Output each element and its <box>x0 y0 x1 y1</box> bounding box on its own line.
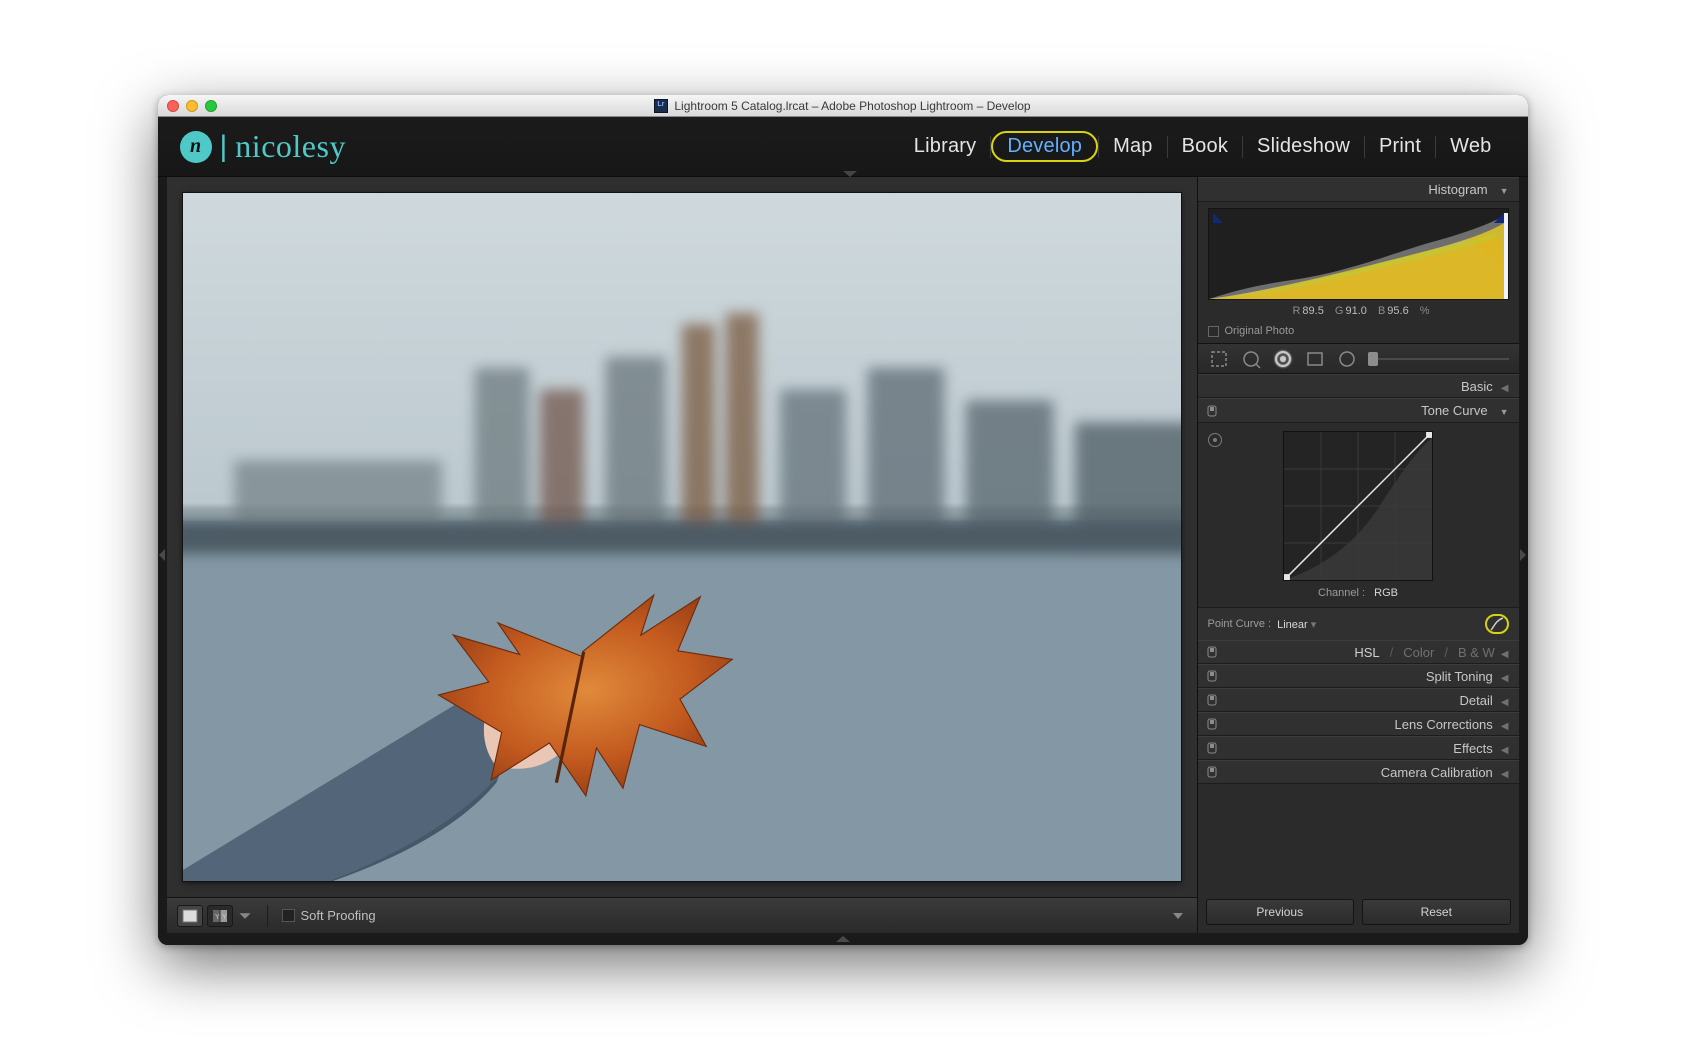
soft-proofing-label: Soft Proofing <box>301 908 376 923</box>
panel-basic[interactable]: Basic <box>1198 374 1519 398</box>
close-window-button[interactable] <box>167 100 179 112</box>
app-window: Lightroom 5 Catalog.lrcat – Adobe Photos… <box>158 95 1528 945</box>
content-area: YY Soft Proofing <box>158 177 1528 933</box>
point-curve-value[interactable]: Linear <box>1277 618 1316 631</box>
original-photo-label: Original Photo <box>1225 325 1295 337</box>
module-web[interactable]: Web <box>1436 132 1505 161</box>
highlight-clipping-icon[interactable] <box>1494 213 1504 223</box>
shadow-clipping-icon[interactable] <box>1213 213 1223 223</box>
module-map[interactable]: Map <box>1099 132 1167 161</box>
crop-tool[interactable] <box>1208 348 1230 370</box>
collapsed-triangle-icon <box>1501 645 1509 660</box>
svg-text:Y: Y <box>215 914 220 921</box>
collapsed-triangle-icon <box>1501 669 1509 684</box>
viewer-wrap <box>167 177 1197 897</box>
targeted-adjustment-tool[interactable] <box>1208 433 1222 447</box>
zoom-window-button[interactable] <box>205 100 217 112</box>
channel-selector[interactable]: Channel : RGB <box>1208 581 1509 601</box>
spot-removal-tool[interactable] <box>1240 348 1262 370</box>
view-mode-buttons: YY <box>177 905 253 927</box>
collapsed-triangle-icon <box>1501 717 1509 732</box>
window-title: Lightroom 5 Catalog.lrcat – Adobe Photos… <box>674 99 1030 113</box>
lightroom-body: n | nicolesy Library Develop Map Book Sl… <box>158 117 1528 945</box>
module-picker: Library Develop Map Book Slideshow Print… <box>900 131 1506 162</box>
original-photo-toggle[interactable]: Original Photo <box>1198 323 1519 344</box>
histogram-header[interactable]: Histogram <box>1198 177 1519 202</box>
right-panel-collapse[interactable] <box>1519 177 1528 933</box>
toolbar-more-button[interactable] <box>1169 907 1187 925</box>
redeye-tool[interactable] <box>1272 348 1294 370</box>
camera-calibration-switch[interactable] <box>1206 765 1218 779</box>
detail-switch[interactable] <box>1206 693 1218 707</box>
mac-titlebar: Lightroom 5 Catalog.lrcat – Adobe Photos… <box>158 95 1528 117</box>
panel-hsl[interactable]: HSL / Color / B & W <box>1198 640 1519 664</box>
disclosure-triangle-icon <box>1496 182 1509 197</box>
histogram[interactable] <box>1208 208 1509 300</box>
collapsed-triangle-icon <box>1501 693 1509 708</box>
panel-split-toning[interactable]: Split Toning <box>1198 664 1519 688</box>
identity-plate: n | nicolesy <box>180 128 346 165</box>
svg-text:Y: Y <box>222 914 227 921</box>
collapsed-triangle-icon <box>1501 765 1509 780</box>
panel-buttons: Previous Reset <box>1198 891 1519 933</box>
radial-filter-tool[interactable] <box>1336 348 1358 370</box>
brand-name: nicolesy <box>235 128 346 165</box>
top-bar: n | nicolesy Library Develop Map Book Sl… <box>158 117 1528 177</box>
previous-button[interactable]: Previous <box>1206 899 1355 925</box>
develop-tool-strip <box>1198 344 1519 374</box>
loupe-view-button[interactable] <box>177 905 203 927</box>
reset-button[interactable]: Reset <box>1362 899 1511 925</box>
tone-curve-canvas[interactable] <box>1283 431 1433 581</box>
right-panel: Histogram <box>1197 177 1519 933</box>
module-slideshow[interactable]: Slideshow <box>1243 132 1364 161</box>
window-controls <box>158 100 217 112</box>
module-library[interactable]: Library <box>900 132 991 161</box>
collapsed-triangle-icon <box>1501 379 1509 394</box>
center-column: YY Soft Proofing <box>167 177 1197 933</box>
module-develop[interactable]: Develop <box>991 131 1098 162</box>
left-panel-collapse[interactable] <box>158 177 167 933</box>
point-curve-label: Point Curve : <box>1208 618 1272 630</box>
checkbox-icon <box>282 909 295 922</box>
center-toolbar: YY Soft Proofing <box>167 897 1197 933</box>
edit-point-curve-button[interactable] <box>1485 614 1509 634</box>
minimize-window-button[interactable] <box>186 100 198 112</box>
point-curve-row: Point Curve : Linear <box>1198 607 1519 640</box>
photo-preview <box>183 193 1181 881</box>
effects-switch[interactable] <box>1206 741 1218 755</box>
hsl-switch[interactable] <box>1206 645 1218 659</box>
checkbox-icon <box>1208 326 1219 337</box>
tool-amount-slider[interactable] <box>1374 352 1509 366</box>
disclosure-triangle-icon <box>1496 403 1509 418</box>
before-after-menu[interactable] <box>237 905 253 927</box>
panel-effects[interactable]: Effects <box>1198 736 1519 760</box>
tone-curve-switch[interactable] <box>1206 404 1218 418</box>
graduated-filter-tool[interactable] <box>1304 348 1326 370</box>
collapsed-triangle-icon <box>1501 741 1509 756</box>
histogram-title: Histogram <box>1428 182 1487 197</box>
logo-divider: | <box>220 130 228 164</box>
panel-lens-corrections[interactable]: Lens Corrections <box>1198 712 1519 736</box>
soft-proofing-toggle[interactable]: Soft Proofing <box>282 908 376 923</box>
panel-detail[interactable]: Detail <box>1198 688 1519 712</box>
split-toning-switch[interactable] <box>1206 669 1218 683</box>
tone-curve-body: Channel : RGB <box>1198 423 1519 607</box>
logo-badge: n <box>180 131 212 163</box>
module-print[interactable]: Print <box>1365 132 1435 161</box>
histogram-readout: R89.5 G91.0 B95.6 % <box>1198 302 1519 323</box>
image-viewer[interactable] <box>183 193 1181 881</box>
filmstrip-collapse[interactable] <box>158 933 1528 945</box>
panel-tone-curve[interactable]: Tone Curve <box>1198 398 1519 423</box>
before-after-lr-button[interactable]: YY <box>207 905 233 927</box>
panel-camera-calibration[interactable]: Camera Calibration <box>1198 760 1519 784</box>
lens-corrections-switch[interactable] <box>1206 717 1218 731</box>
document-icon <box>654 99 668 113</box>
module-book[interactable]: Book <box>1168 132 1242 161</box>
